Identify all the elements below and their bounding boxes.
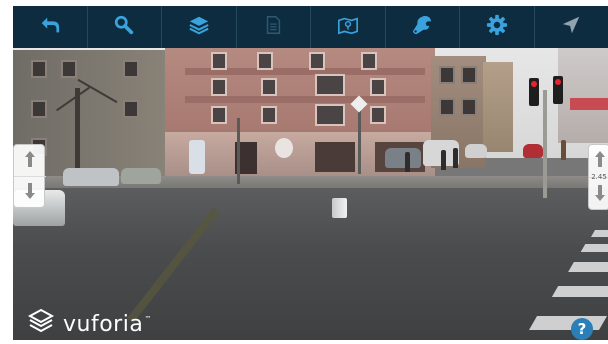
map-button[interactable]	[311, 6, 386, 48]
window	[370, 106, 386, 124]
window	[370, 78, 386, 96]
zoom-value: 2.45	[591, 173, 607, 181]
window	[315, 104, 345, 126]
building-right-far	[483, 62, 513, 152]
layers-button[interactable]	[162, 6, 237, 48]
window	[123, 100, 139, 118]
pedestrian	[441, 150, 446, 170]
camera-view[interactable]	[13, 48, 608, 340]
window	[461, 98, 477, 116]
pedestrian	[405, 152, 410, 172]
wrench-icon	[411, 14, 433, 40]
car	[385, 148, 421, 168]
vuforia-logo: vuforia ™	[27, 308, 151, 340]
logo-trademark: ™	[144, 315, 152, 323]
vuforia-logo-icon	[27, 308, 55, 340]
crosswalk-stripe	[551, 286, 608, 297]
layers-icon	[188, 14, 210, 40]
tree	[75, 88, 80, 176]
window	[31, 60, 47, 78]
window	[211, 78, 227, 96]
window	[439, 98, 455, 116]
building-far-right	[558, 48, 608, 143]
search-button[interactable]	[88, 6, 162, 48]
red-sign	[570, 98, 608, 110]
gear-icon	[486, 14, 508, 40]
window	[211, 52, 227, 70]
pedestrian	[453, 148, 458, 168]
crosswalk-stripe	[580, 244, 608, 252]
tools-button[interactable]	[386, 6, 460, 48]
logo-text: vuforia	[63, 311, 144, 337]
navigation-arrow-icon	[560, 14, 582, 40]
window	[261, 106, 277, 124]
shop-sign	[275, 138, 293, 158]
shop-window	[315, 142, 355, 172]
window	[261, 78, 277, 96]
balcony	[185, 96, 425, 103]
crosswalk-stripe	[528, 316, 608, 330]
document-icon	[262, 14, 284, 40]
zoom-out-button[interactable]	[589, 178, 608, 211]
parked-car	[121, 168, 161, 184]
app-frame: 2.45 vuforia ™ ?	[13, 6, 608, 340]
navigate-button[interactable]	[535, 6, 608, 48]
window	[315, 74, 345, 96]
arrow-up-icon	[594, 150, 606, 172]
window	[61, 60, 77, 78]
parked-car	[63, 168, 119, 186]
window	[439, 66, 455, 84]
window	[461, 66, 477, 84]
step-up-button[interactable]	[14, 145, 46, 177]
pedestrian	[561, 140, 566, 160]
crosswalk-stripe	[568, 262, 608, 272]
window	[361, 52, 377, 70]
help-icon: ?	[577, 320, 587, 338]
arrow-down-icon	[594, 184, 606, 206]
traffic-light	[553, 76, 563, 104]
return-button[interactable]	[13, 6, 88, 48]
settings-button[interactable]	[460, 6, 535, 48]
window	[257, 52, 273, 70]
window	[309, 52, 325, 70]
car	[465, 144, 487, 158]
return-icon	[39, 14, 61, 40]
red-car	[523, 144, 543, 158]
help-button[interactable]: ?	[571, 318, 593, 340]
map-icon	[337, 14, 359, 40]
document-button[interactable]	[237, 6, 311, 48]
traffic-light	[529, 78, 539, 106]
toolbar	[13, 6, 608, 48]
bollard	[332, 198, 347, 218]
window	[211, 106, 227, 124]
arrow-up-icon	[24, 150, 36, 172]
sign-pole	[237, 118, 240, 184]
arrow-down-icon	[24, 182, 36, 204]
search-icon	[113, 14, 135, 40]
window	[123, 60, 139, 78]
advert-column	[189, 140, 205, 174]
left-stepper	[13, 144, 46, 209]
red-light	[531, 81, 537, 87]
step-down-button[interactable]	[14, 177, 46, 209]
traffic-light-pole	[543, 90, 547, 198]
window	[31, 100, 47, 118]
red-light	[555, 79, 561, 85]
crosswalk-stripe	[590, 230, 608, 237]
